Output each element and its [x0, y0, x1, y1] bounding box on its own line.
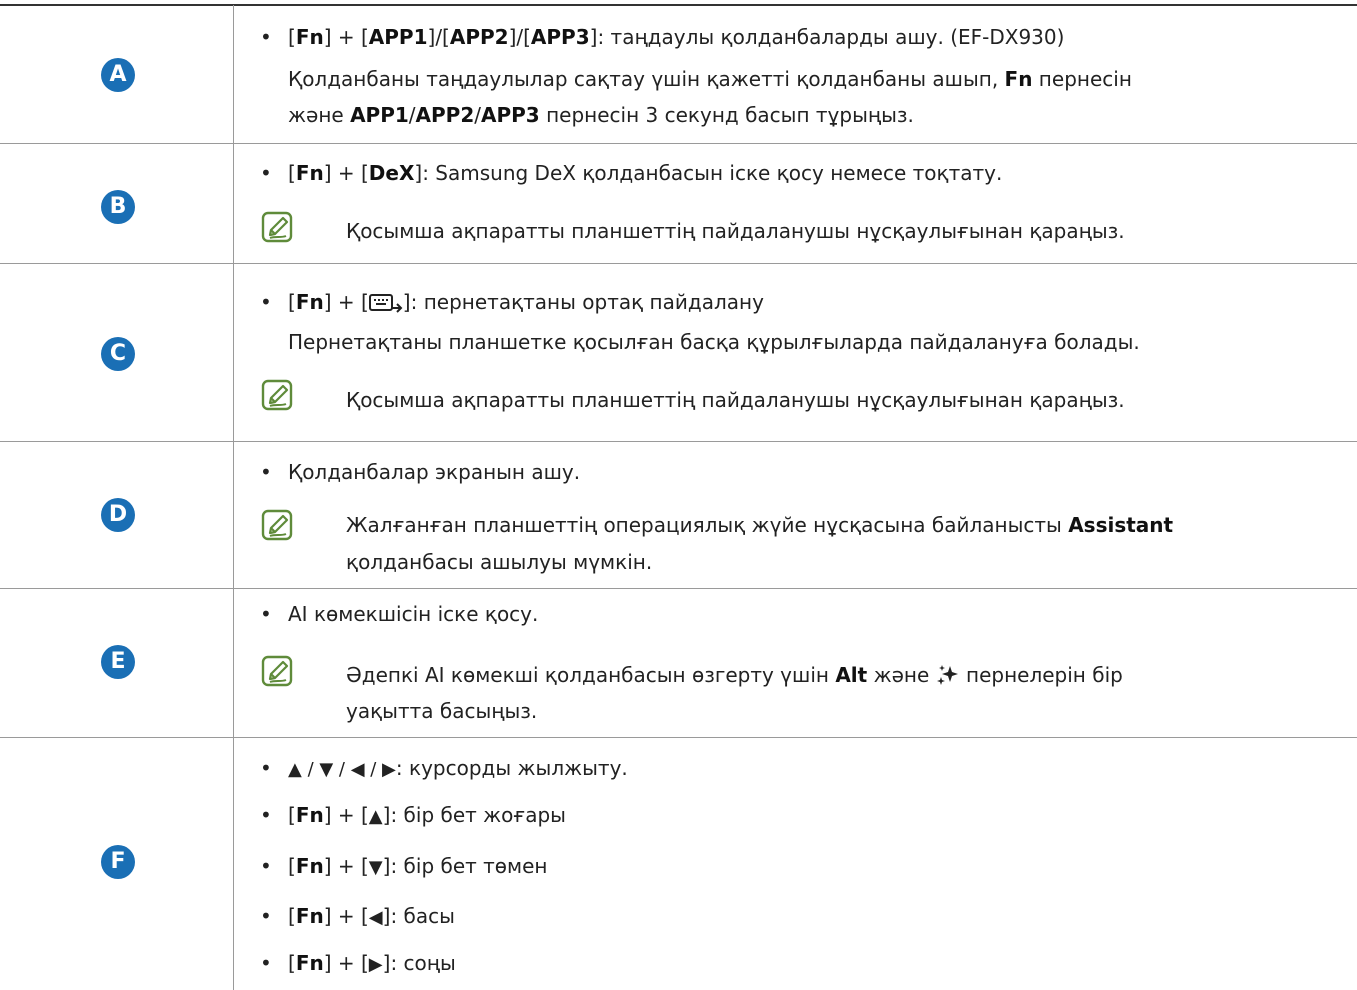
badge-f: F — [101, 845, 135, 879]
arrow-keys: ▲ / ▼ / ◀ / ▶ — [288, 759, 396, 780]
row-separator — [0, 143, 1357, 144]
row-d-bullet-text: Қолданбалар экранын ашу. — [288, 460, 581, 484]
column-divider — [233, 5, 234, 990]
note-icon — [261, 211, 293, 243]
row-f-bullet-2: [Fn] + [▲]: бір бет жоғары — [288, 803, 566, 827]
note-icon — [261, 379, 293, 411]
bullet: • — [260, 951, 272, 975]
bullet: • — [260, 161, 272, 185]
note-icon — [261, 509, 293, 541]
badge-c: C — [101, 337, 135, 371]
row-c-paragraph: Пернетақтаны планшетке қосылған басқа құ… — [288, 330, 1140, 354]
table-top-rule — [0, 4, 1357, 6]
row-e-bullet-text: AI көмекшісін іске қосу. — [288, 602, 539, 626]
row-e-note-line-1: Әдепкі AI көмекші қолданбасын өзгерту үш… — [346, 663, 1123, 687]
row-b-note: Қосымша ақпаратты планшеттің пайдаланушы… — [346, 219, 1125, 243]
badge-a: A — [101, 58, 135, 92]
row-b-bullet-text: [Fn] + [DeX]: Samsung DeX қолданбасын іс… — [288, 161, 1003, 185]
row-f-bullet-5: [Fn] + [▶]: соңы — [288, 951, 456, 975]
row-c-bullet-text: [Fn] + []: пернетақтаны ортақ пайдалану — [288, 290, 764, 314]
badge-d: D — [101, 498, 135, 532]
row-separator — [0, 588, 1357, 589]
bullet: • — [260, 25, 272, 49]
row-separator — [0, 263, 1357, 264]
keyboard-share-icon — [368, 294, 403, 313]
row-a-paragraph-line-1: Қолданбаны таңдаулылар сақтау үшін қажет… — [288, 67, 1132, 91]
row-separator — [0, 441, 1357, 442]
bullet: • — [260, 290, 272, 314]
badge-e: E — [101, 645, 135, 679]
row-a-bullet-text: [Fn] + [APP1]/[APP2]/[APP3]: таңдаулы қо… — [288, 25, 1065, 49]
row-f-bullet-3: [Fn] + [▼]: бір бет төмен — [288, 854, 548, 878]
row-separator — [0, 737, 1357, 738]
bullet: • — [260, 602, 272, 626]
bullet: • — [260, 803, 272, 827]
row-c-note: Қосымша ақпаратты планшеттің пайдаланушы… — [346, 388, 1125, 412]
key-function-table: A • [Fn] + [APP1]/[APP2]/[APP3]: таңдаул… — [0, 0, 1357, 990]
row-a-paragraph-line-2: және APP1/APP2/APP3 пернесін 3 секунд ба… — [288, 103, 914, 127]
row-f-bullet-1: ▲ / ▼ / ◀ / ▶: курсорды жылжыту. — [288, 756, 628, 780]
row-e-note-line-2: уақытта басыңыз. — [346, 699, 538, 723]
bullet: • — [260, 904, 272, 928]
bullet: • — [260, 854, 272, 878]
note-icon — [261, 655, 293, 687]
bullet: • — [260, 756, 272, 780]
badge-b: B — [101, 190, 135, 224]
row-d-note-line-1: Жалғанған планшеттің операциялық жүйе нұ… — [346, 513, 1174, 537]
row-d-note-line-2: қолданбасы ашылуы мүмкін. — [346, 550, 653, 574]
ai-sparkle-icon — [936, 665, 958, 685]
bullet: • — [260, 460, 272, 484]
row-f-bullet-4: [Fn] + [◀]: басы — [288, 904, 455, 928]
